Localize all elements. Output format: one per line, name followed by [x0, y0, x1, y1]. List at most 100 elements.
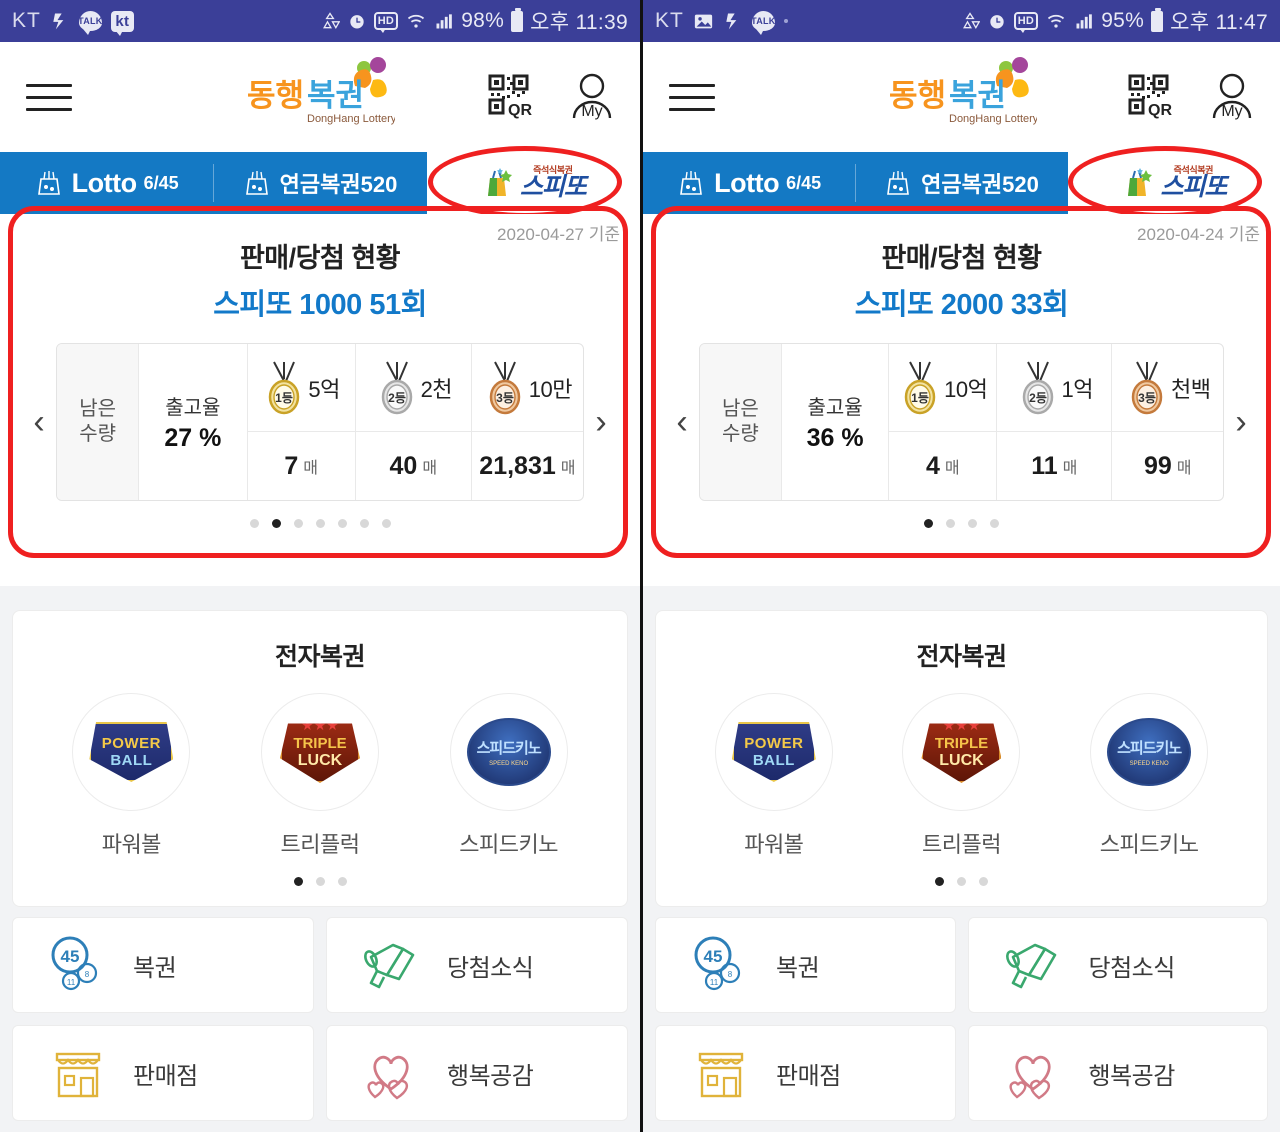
carousel-dot[interactable]	[935, 877, 944, 886]
count-unit-1: 매	[944, 460, 960, 477]
kakaotalk-icon: TALK	[78, 11, 102, 35]
status-bar-left: KT TALK	[655, 9, 788, 35]
qr-label: QR	[1148, 102, 1172, 119]
count-value-3: 21,831	[479, 451, 556, 480]
speedkeno-line2: SPEED KENO	[1129, 761, 1169, 767]
carousel-dot[interactable]	[315, 877, 325, 886]
carousel-dot[interactable]	[990, 519, 999, 528]
bronze-medal-icon: 3등	[1131, 361, 1163, 414]
menu-item-bokgwon[interactable]: 45 8 11 복권	[12, 917, 314, 1013]
tab-spitto-label: 스피또	[519, 173, 587, 201]
electronic-label-tripleluck: 트리플럭	[280, 832, 360, 857]
carousel-dot[interactable]	[293, 877, 303, 886]
speedkeno-logo-circle: 스피드키노 SPEED KENO	[1090, 693, 1209, 811]
menu-item-haengbokgonggam[interactable]: 행복공감	[326, 1025, 628, 1121]
menu-item-panmaejeom[interactable]: 판매점	[12, 1025, 314, 1121]
tab-lotto[interactable]: Lotto 6/45	[0, 152, 213, 214]
my-button[interactable]: My	[570, 73, 614, 121]
svg-text:8: 8	[728, 970, 733, 979]
electronic-carousel-dots	[13, 877, 627, 886]
carousel-dot[interactable]	[293, 519, 303, 528]
tab-lotto-label: Lotto	[714, 167, 780, 198]
tab-spitto[interactable]: 즉석식복권 스피또	[426, 152, 640, 214]
app-header: 동행 복권 DongHang Lottery QR My	[0, 42, 640, 152]
tab-yeongeum520[interactable]: 연금복권520	[855, 152, 1067, 214]
lottery-balls-icon: 45 8 11	[666, 933, 776, 997]
electronic-lottery-items: POWER BALL 파워볼 ★★★ TRIPLE LUCK 트리플럭 스피드키…	[656, 693, 1267, 859]
prize-table: 남은 수량 1등 5억 2등 2천 3등 10만 출고율 27 % 7 매 40…	[56, 343, 584, 501]
carousel-dot[interactable]	[315, 519, 325, 528]
electronic-item-tripleluck[interactable]: ★★★ TRIPLE LUCK 트리플럭	[886, 693, 1036, 859]
lottery-tab-bar: Lotto 6/45 연금복권520 즉석식복권 스피또	[0, 146, 640, 218]
menu-item-dangcheomsosik[interactable]: 당첨소식	[967, 917, 1268, 1013]
carousel-dot[interactable]	[968, 519, 977, 528]
spitto-bag-icon	[1128, 168, 1153, 196]
hearts-icon	[979, 1043, 1089, 1103]
alarm-icon	[347, 11, 367, 31]
carousel-dot[interactable]	[249, 519, 259, 528]
carousel-dot[interactable]	[946, 519, 955, 528]
prize-amount-2: 2천	[420, 376, 453, 402]
carousel-next-button[interactable]: ›	[584, 403, 618, 442]
tab-spitto-label: 스피또	[1160, 173, 1227, 201]
carousel-dot[interactable]	[337, 519, 347, 528]
card-subtitle: 스피또 2000 33회	[854, 289, 1069, 321]
electronic-label-powerball: 파워볼	[101, 832, 162, 857]
carousel-dot[interactable]	[359, 519, 369, 528]
shipment-rate-cell: 출고율 27 %	[138, 344, 246, 500]
electronic-item-powerball[interactable]: POWER BALL 파워볼	[699, 693, 849, 859]
carousel-dot[interactable]	[924, 519, 933, 528]
electronic-item-powerball[interactable]: POWER BALL 파워볼	[56, 693, 206, 859]
hd-icon: HD	[1013, 12, 1039, 33]
tab-spitto[interactable]: 즉석식복권 스피또	[1067, 152, 1280, 214]
menu-item-haengbokgonggam[interactable]: 행복공감	[967, 1025, 1268, 1121]
tab-yeongeum520-label: 연금복권520	[279, 172, 398, 197]
svg-text:11: 11	[710, 978, 719, 987]
count-cell-3: 99 매	[1111, 432, 1223, 500]
qr-label: QR	[508, 102, 532, 119]
menu-item-dangcheomsosik[interactable]: 당첨소식	[326, 917, 628, 1013]
prize-cell-3: 3등 천백	[1111, 344, 1223, 432]
carousel-dot[interactable]	[381, 519, 391, 528]
count-cell-2: 11 매	[996, 432, 1111, 500]
menu-item-panmaejeom[interactable]: 판매점	[655, 1025, 956, 1121]
count-value-1: 4	[925, 451, 940, 480]
count-cell-1: 4 매	[888, 432, 996, 500]
qr-button[interactable]: QR	[1128, 74, 1174, 120]
tab-lotto[interactable]: Lotto 6/45	[643, 152, 855, 214]
menu-label-bokgwon: 복권	[133, 954, 177, 982]
carousel-dot[interactable]	[957, 877, 966, 886]
svg-text:복권: 복권	[949, 78, 1006, 113]
tripleluck-logo-circle: ★★★ TRIPLE LUCK	[902, 693, 1021, 811]
electronic-lottery-title: 전자복권	[916, 643, 1007, 671]
tab-yeongeum520[interactable]: 연금복권520	[213, 152, 426, 214]
carousel-prev-button[interactable]: ‹	[22, 403, 56, 442]
dot-icon	[783, 19, 788, 23]
menu-item-bokgwon[interactable]: 45 8 11 복권	[655, 917, 956, 1013]
qr-button[interactable]: QR	[488, 74, 534, 120]
donghang-lottery-logo[interactable]: 동행 복권 DongHang Lottery	[245, 56, 397, 145]
electronic-item-speedkeno[interactable]: 스피드키노 SPEED KENO 스피드키노	[434, 693, 584, 859]
my-button[interactable]: My	[1210, 73, 1254, 121]
hamburger-icon[interactable]	[26, 83, 72, 111]
status-bar: KT TALK HD 95% 오후 11:47	[643, 0, 1280, 42]
svg-text:동행: 동행	[889, 78, 946, 113]
count-value-1: 7	[284, 451, 299, 480]
spitto-bag-icon	[487, 168, 512, 196]
electronic-item-speedkeno[interactable]: 스피드키노 SPEED KENO 스피드키노	[1074, 693, 1224, 859]
hamburger-icon[interactable]	[669, 83, 715, 111]
carousel-next-button[interactable]: ›	[1224, 403, 1258, 442]
carousel-dot[interactable]	[979, 877, 988, 886]
donghang-lottery-logo[interactable]: 동행 복권 DongHang Lottery	[887, 56, 1038, 145]
svg-text:동행: 동행	[247, 78, 304, 113]
menu-label-panmaejeom: 판매점	[133, 1062, 198, 1090]
electronic-item-tripleluck[interactable]: ★★★ TRIPLE LUCK 트리플럭	[245, 693, 395, 859]
prize-amount-3: 천백	[1170, 376, 1211, 402]
star-icon: ★★★	[301, 717, 339, 733]
carousel-dot[interactable]	[337, 877, 347, 886]
powerball-icon: POWER BALL	[89, 722, 174, 782]
carousel-prev-button[interactable]: ‹	[665, 403, 699, 442]
tab-yeongeum520-label: 연금복권520	[921, 172, 1039, 197]
photo-icon	[693, 12, 714, 31]
carousel-dot[interactable]	[271, 519, 281, 528]
